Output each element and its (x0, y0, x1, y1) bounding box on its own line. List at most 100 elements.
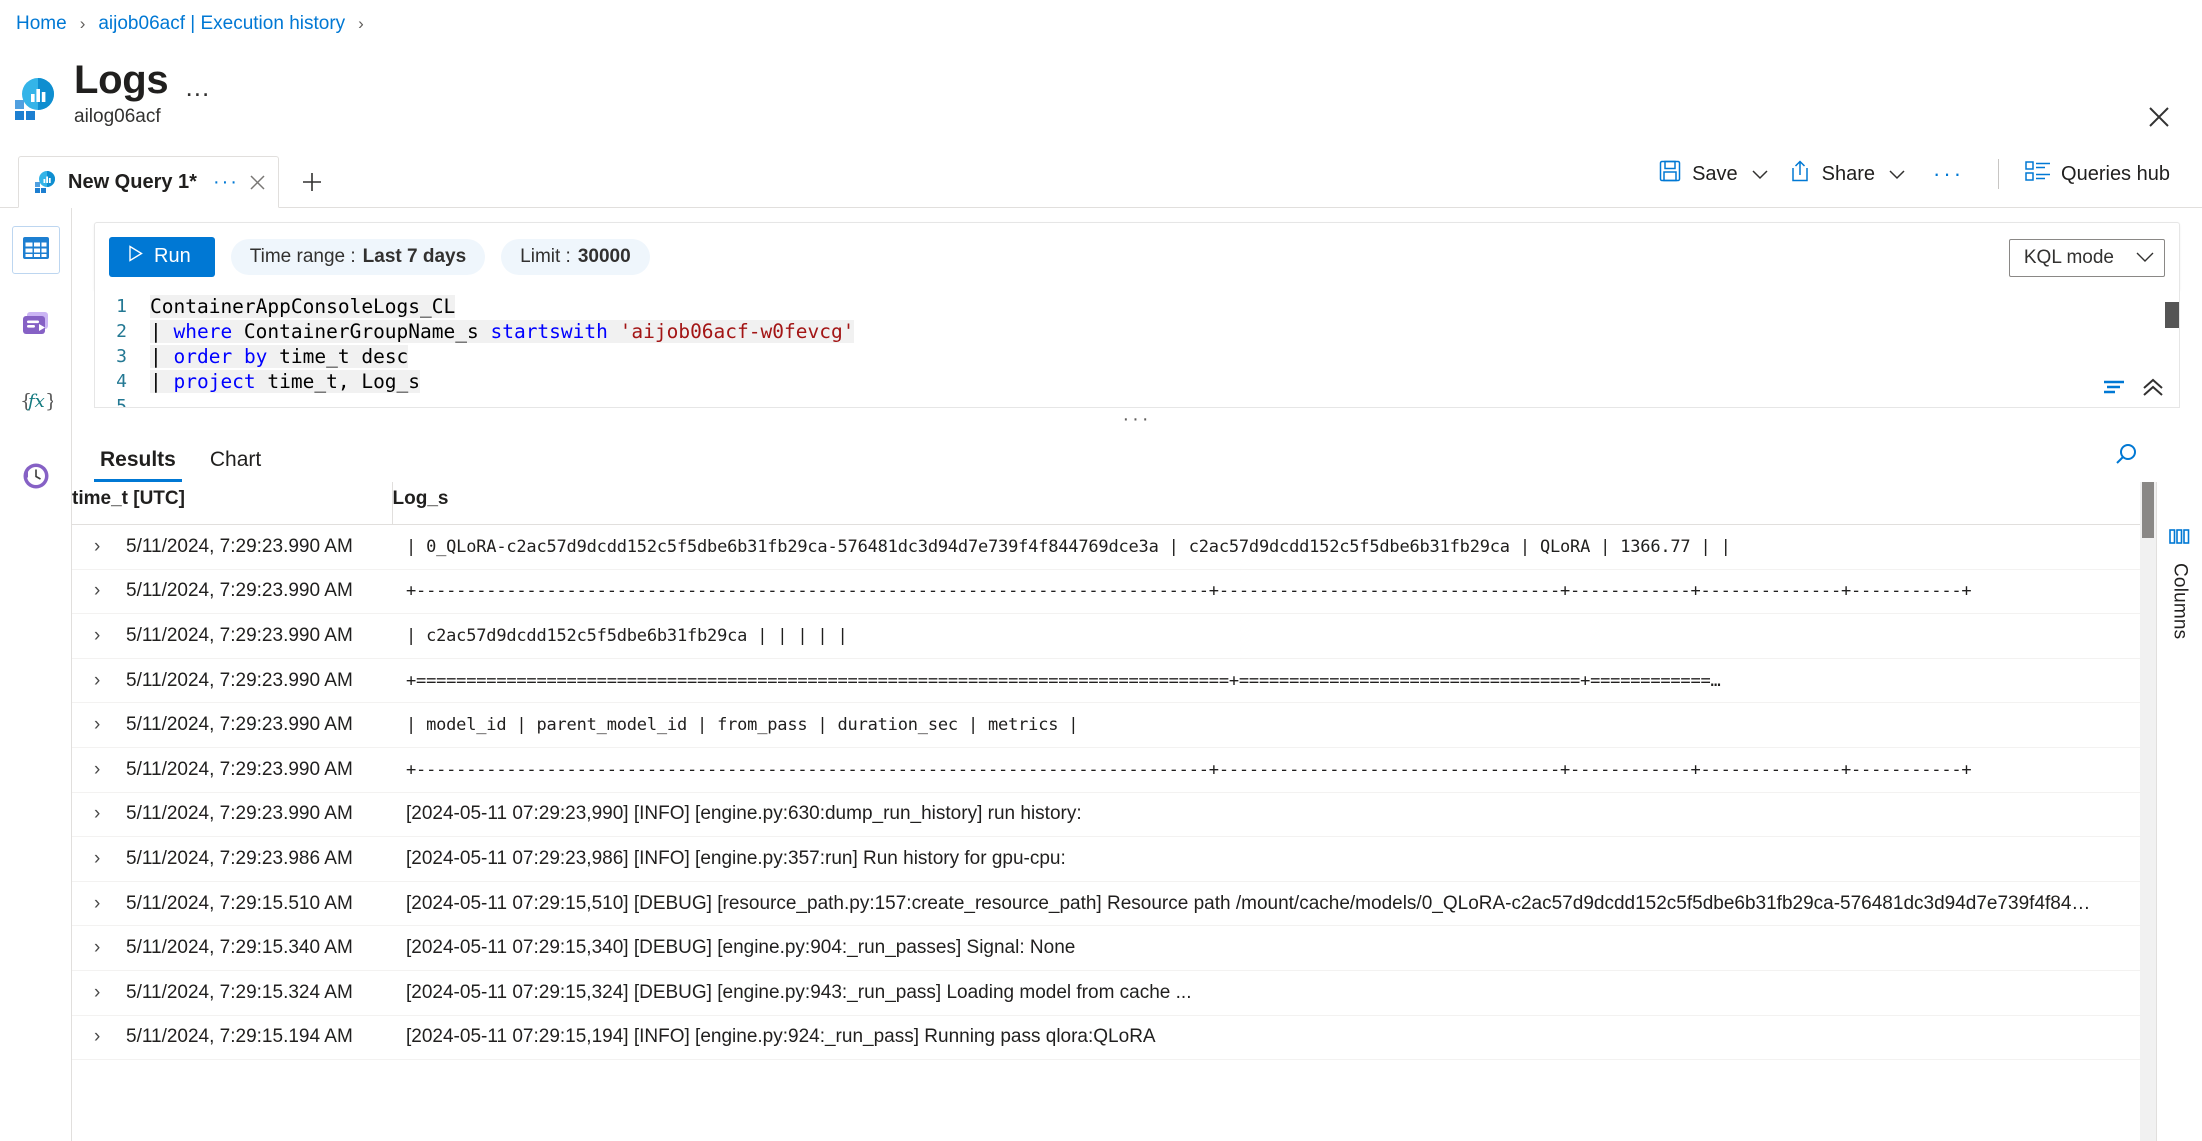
tab-close-icon[interactable] (249, 174, 266, 191)
cell-log: | model_id | parent_model_id | from_pass… (392, 703, 2156, 748)
row-expand-chevron-right-icon[interactable]: › (94, 803, 104, 825)
share-label: Share (1822, 163, 1875, 186)
tab-results[interactable]: Results (94, 448, 182, 482)
breadcrumb: Home › aijob06acf | Execution history › (0, 0, 2202, 48)
cell-time: ›5/11/2024, 7:29:23.990 AM (72, 747, 392, 792)
editor-line-text[interactable]: | where ContainerGroupName_s startswith … (137, 319, 854, 344)
table-row[interactable]: ›5/11/2024, 7:29:15.194 AM[2024-05-11 07… (72, 1015, 2156, 1060)
table-row[interactable]: ›5/11/2024, 7:29:23.990 AM+=============… (72, 658, 2156, 703)
command-bar: New Query 1* ··· Save (0, 146, 2202, 208)
chevron-double-up-icon[interactable] (2141, 377, 2165, 403)
limit-picker[interactable]: Limit : 30000 (501, 239, 650, 275)
share-chevron-down-icon[interactable] (1889, 163, 1905, 186)
row-expand-chevron-right-icon[interactable]: › (94, 937, 104, 959)
breadcrumb-separator: › (80, 14, 86, 34)
chevron-down-icon (2136, 247, 2154, 269)
time-range-label: Time range : (250, 246, 356, 268)
cell-log: +---------------------------------------… (392, 569, 2156, 614)
format-query-icon[interactable] (2101, 377, 2127, 403)
rail-item-functions[interactable]: { fx } (12, 378, 60, 426)
run-button[interactable]: Run (109, 237, 215, 277)
editor-line-text[interactable]: | project time_t, Log_s (137, 369, 420, 394)
table-row[interactable]: ›5/11/2024, 7:29:15.324 AM[2024-05-11 07… (72, 970, 2156, 1015)
kql-mode-dropdown[interactable]: KQL mode (2009, 239, 2165, 277)
command-bar-more-button[interactable]: ··· (1915, 155, 1982, 193)
table-row[interactable]: ›5/11/2024, 7:29:23.990 AM[2024-05-11 07… (72, 792, 2156, 837)
editor-code[interactable]: 1ContainerAppConsoleLogs_CL2| where Cont… (95, 290, 2179, 408)
table-row[interactable]: ›5/11/2024, 7:29:23.990 AM+-------------… (72, 747, 2156, 792)
page-title-more-button[interactable]: … (184, 72, 212, 102)
table-row[interactable]: ›5/11/2024, 7:29:23.986 AM[2024-05-11 07… (72, 837, 2156, 882)
editor-scroll-thumb[interactable] (2165, 302, 2179, 328)
row-expand-chevron-right-icon[interactable]: › (94, 982, 104, 1004)
cell-time: ›5/11/2024, 7:29:23.990 AM (72, 569, 392, 614)
table-row[interactable]: ›5/11/2024, 7:29:15.510 AM[2024-05-11 07… (72, 881, 2156, 926)
cell-time-value: 5/11/2024, 7:29:15.510 AM (126, 893, 353, 915)
column-header-log[interactable]: Log_s (392, 482, 2156, 525)
header-text-block: Logs … ailog06acf (74, 56, 212, 128)
logs-analytics-icon (14, 76, 60, 122)
columns-panel-button[interactable]: Columns (2156, 482, 2202, 1141)
left-rail: { fx } (0, 208, 72, 1141)
time-range-picker[interactable]: Time range : Last 7 days (231, 239, 485, 275)
rail-item-queries[interactable] (12, 302, 60, 350)
editor-resize-handle[interactable]: ··· (94, 414, 2180, 424)
table-row[interactable]: ›5/11/2024, 7:29:23.990 AM| model_id | p… (72, 703, 2156, 748)
table-icon (20, 232, 52, 269)
row-expand-chevron-right-icon[interactable]: › (94, 893, 104, 915)
cell-log: | 0_QLoRA-c2ac57d9dcdd152c5f5dbe6b31fb29… (392, 525, 2156, 570)
editor-line-number: 3 (95, 344, 137, 369)
editor-line-number: 5 (95, 394, 137, 408)
cell-log: +=======================================… (392, 658, 2156, 703)
save-chevron-down-icon[interactable] (1752, 163, 1768, 186)
editor-line-number: 1 (95, 294, 137, 319)
editor-line-text[interactable]: ContainerAppConsoleLogs_CL (137, 294, 455, 319)
table-row[interactable]: ›5/11/2024, 7:29:15.340 AM[2024-05-11 07… (72, 926, 2156, 971)
results-vertical-scrollbar[interactable] (2140, 482, 2156, 1141)
share-button[interactable]: Share (1778, 153, 1915, 195)
save-button[interactable]: Save (1648, 153, 1778, 195)
table-row[interactable]: ›5/11/2024, 7:29:23.990 AM+-------------… (72, 569, 2156, 614)
editor-line-text[interactable]: | order by time_t desc (137, 344, 408, 369)
table-row[interactable]: ›5/11/2024, 7:29:23.990 AM| c2ac57d9dcdd… (72, 614, 2156, 659)
add-query-tab-button[interactable] (301, 171, 323, 193)
row-expand-chevron-right-icon[interactable]: › (94, 625, 104, 647)
kql-editor[interactable]: 1ContainerAppConsoleLogs_CL2| where Cont… (94, 290, 2180, 408)
column-header-time[interactable]: time_t [UTC] (72, 482, 392, 525)
tab-label: New Query 1* (68, 171, 197, 194)
functions-fx-icon: { fx } (19, 385, 53, 420)
editor-line: 1ContainerAppConsoleLogs_CL (95, 294, 2179, 319)
row-expand-chevron-right-icon[interactable]: › (94, 714, 104, 736)
main-area: { fx } (0, 208, 2202, 1141)
cell-time-value: 5/11/2024, 7:29:15.194 AM (126, 1026, 353, 1048)
cell-time: › 5/11/2024, 7:29:15.510 AM (72, 881, 392, 926)
row-expand-chevron-right-icon[interactable]: › (94, 670, 104, 692)
tab-new-query-1[interactable]: New Query 1* ··· (18, 156, 279, 208)
rail-item-tables[interactable] (12, 226, 60, 274)
row-expand-chevron-right-icon[interactable]: › (94, 848, 104, 870)
search-icon[interactable] (2112, 441, 2140, 474)
queries-hub-button[interactable]: Queries hub (2015, 154, 2180, 194)
results-grid-scroll[interactable]: time_t [UTC] Log_s ›5/11/2024, 7:29:23.9… (72, 482, 2156, 1141)
rail-item-query-history[interactable] (12, 454, 60, 502)
row-expand-chevron-right-icon[interactable]: › (94, 1026, 104, 1048)
tab-more-button[interactable]: ··· (213, 171, 239, 194)
tab-chart[interactable]: Chart (204, 448, 267, 482)
cell-time-value: 5/11/2024, 7:29:23.990 AM (126, 625, 353, 647)
editor-line-number: 2 (95, 319, 137, 344)
breadcrumb-item-execution-history[interactable]: aijob06acf | Execution history (98, 13, 345, 35)
queries-icon (20, 308, 52, 345)
editor-footer-actions (2101, 373, 2179, 407)
cell-time-value: 5/11/2024, 7:29:15.324 AM (126, 982, 353, 1004)
row-expand-chevron-right-icon[interactable]: › (94, 580, 104, 602)
close-icon[interactable] (2144, 102, 2174, 132)
svg-text:}: } (45, 390, 53, 412)
query-toolbar: Run Time range : Last 7 days Limit : 300… (94, 222, 2180, 290)
table-row[interactable]: ›5/11/2024, 7:29:23.990 AM| 0_QLoRA-c2ac… (72, 525, 2156, 570)
query-tab-icon (35, 171, 57, 193)
breadcrumb-item-home[interactable]: Home (16, 13, 67, 35)
cell-time: ›5/11/2024, 7:29:23.990 AM (72, 792, 392, 837)
row-expand-chevron-right-icon[interactable]: › (94, 536, 104, 558)
row-expand-chevron-right-icon[interactable]: › (94, 759, 104, 781)
results-scroll-thumb[interactable] (2142, 482, 2154, 538)
